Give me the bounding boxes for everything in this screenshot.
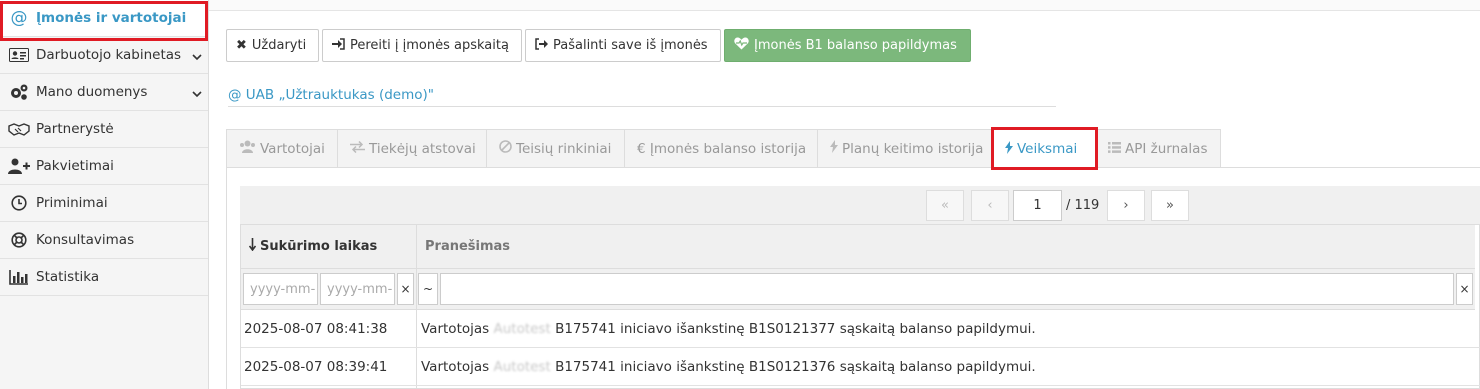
close-button[interactable]: ✖ Uždaryti <box>226 29 319 62</box>
message-text: Vartotojas <box>421 321 490 337</box>
tab-label: Tiekėjų atstovai <box>369 140 476 157</box>
chevron-down-icon <box>192 86 202 102</box>
topup-button-label: Įmonės B1 balanso papildymas <box>754 38 957 53</box>
bolt-icon <box>830 140 838 157</box>
bolt-icon <box>1005 140 1013 158</box>
sign-out-icon <box>535 37 548 54</box>
tab-label: Veiksmai <box>1017 141 1078 157</box>
cell-message: Vartotojas Autotest B175741 iniciavo iša… <box>418 348 1036 386</box>
column-header-created[interactable]: Sukūrimo laikas <box>241 225 417 269</box>
tab-plan-change-history[interactable]: Planų keitimo istorija <box>817 129 993 167</box>
sidebar-item-companies[interactable]: @ Įmonės ir vartotojai <box>0 0 208 37</box>
heartbeat-icon <box>734 37 749 54</box>
cell-time: 2025-08-07 08:39:41 <box>244 359 388 375</box>
sidebar: @ Įmonės ir vartotojai Darbuotojo kabine… <box>0 0 209 389</box>
clock-icon <box>8 194 30 212</box>
table-row[interactable]: 2025-08-07 08:41:38 Vartotojas Autotest … <box>241 310 1480 348</box>
date-from-input[interactable]: yyyy-mm- <box>243 273 318 305</box>
message-text: Vartotojas <box>421 359 490 375</box>
list-icon <box>1108 141 1121 157</box>
tab-label: API žurnalas <box>1125 140 1208 157</box>
balance-topup-button[interactable]: Įmonės B1 balanso papildymas <box>724 29 971 62</box>
sidebar-item-my-data[interactable]: Mano duomenys <box>0 74 208 111</box>
column-label: Sukūrimo laikas <box>260 239 378 254</box>
sidebar-item-label: Statistika <box>36 269 100 285</box>
tab-actions[interactable]: Veiksmai <box>992 129 1096 168</box>
at-icon: @ <box>10 8 28 28</box>
sidebar-item-label: Pakvietimai <box>36 158 114 174</box>
prev-page-button[interactable]: ‹ <box>971 190 1009 221</box>
tab-label: Vartotojai <box>260 140 325 157</box>
next-page-button[interactable]: › <box>1107 190 1145 221</box>
sidebar-item-invitations[interactable]: Pakvietimai <box>0 148 208 185</box>
message-filter-input[interactable] <box>440 273 1454 305</box>
last-page-button[interactable]: » <box>1151 190 1189 221</box>
pager: « ‹ › » <box>240 186 1480 225</box>
sidebar-item-label: Priminimai <box>36 195 108 211</box>
chevron-down-icon <box>192 49 202 65</box>
company-title[interactable]: @ UAB „Užtrauktukas (demo)" <box>228 87 1056 107</box>
first-page-button[interactable]: « <box>926 190 964 221</box>
tab-label: Teisių rinkiniai <box>516 140 612 157</box>
remove-self-button[interactable]: Pašalinti save iš įmonės <box>525 29 721 62</box>
sidebar-item-label: Konsultavimas <box>36 232 135 248</box>
sidebar-item-label: Darbuotojo kabinetas <box>36 47 182 63</box>
redacted-username: Autotest <box>493 359 551 375</box>
page-total: / 119 <box>1066 198 1100 213</box>
table-row[interactable]: 2025-08-07 08:39:41 Vartotojas Autotest … <box>241 348 1480 386</box>
clear-date-button[interactable]: × <box>397 273 414 305</box>
page-number-input[interactable]: 1 <box>1013 190 1062 221</box>
goto-button-label: Pereiti į įmonės apskaitą <box>350 38 509 53</box>
filter-row: yyyy-mm- yyyy-mm- × ~ × <box>241 269 1475 310</box>
redacted-username: Autotest <box>493 321 551 337</box>
tab-supplier-reps[interactable]: Tiekėjų atstovai <box>337 129 487 167</box>
column-header-message[interactable]: Pranešimas <box>417 225 1475 269</box>
ban-icon <box>499 140 512 157</box>
date-to-input[interactable]: yyyy-mm- <box>320 273 395 305</box>
remove-button-label: Pašalinti save iš įmonės <box>553 38 708 53</box>
handshake-icon <box>8 120 30 138</box>
tab-label: € Įmonės balanso istorija <box>637 140 807 157</box>
sort-down-icon <box>248 238 257 255</box>
sidebar-item-employee-cabinet[interactable]: Darbuotojo kabinetas <box>0 37 208 74</box>
bar-chart-icon <box>8 268 30 286</box>
sidebar-item-reminders[interactable]: Priminimai <box>0 185 208 222</box>
users-icon <box>239 140 256 157</box>
goto-company-accounting-button[interactable]: Pereiti į įmonės apskaitą <box>322 29 522 62</box>
top-bar <box>209 0 1480 11</box>
user-plus-icon <box>8 157 30 175</box>
sidebar-item-partnership[interactable]: Partnerystė <box>0 111 208 148</box>
tab-permission-sets[interactable]: Teisių rinkiniai <box>486 129 625 167</box>
sign-in-icon <box>332 37 345 54</box>
clear-message-button[interactable]: × <box>1456 273 1473 305</box>
cell-message: Vartotojas Autotest B175741 iniciavo iša… <box>418 310 1036 348</box>
message-text: B175741 iniciavo išankstinę B1S0121376 s… <box>555 359 1036 375</box>
gears-icon <box>8 83 30 101</box>
tab-label: Planų keitimo istorija <box>842 140 984 157</box>
sidebar-item-label: Partnerystė <box>36 121 114 137</box>
match-mode-button[interactable]: ~ <box>418 273 438 305</box>
close-icon: ✖ <box>236 38 247 53</box>
cell-time: 2025-08-07 08:41:38 <box>244 321 388 337</box>
sidebar-item-consulting[interactable]: Konsultavimas <box>0 222 208 259</box>
message-text: B175741 iniciavo išankstinę B1S0121377 s… <box>555 321 1036 337</box>
tab-balance-history[interactable]: € Įmonės balanso istorija <box>624 129 818 167</box>
column-label: Pranešimas <box>425 239 511 254</box>
tab-users[interactable]: Vartotojai <box>226 129 338 167</box>
tab-api-log[interactable]: API žurnalas <box>1095 129 1221 167</box>
id-card-icon <box>8 46 30 64</box>
exchange-icon <box>350 140 365 157</box>
close-button-label: Uždaryti <box>251 38 307 53</box>
sidebar-item-statistics[interactable]: Statistika <box>0 259 208 296</box>
sidebar-item-label: Mano duomenys <box>36 84 148 100</box>
sidebar-item-label: Įmonės ir vartotojai <box>36 10 187 26</box>
lifebuoy-icon <box>8 231 30 249</box>
tab-bar: Vartotojai Tiekėjų atstovai Teisių rinki… <box>226 129 1480 168</box>
